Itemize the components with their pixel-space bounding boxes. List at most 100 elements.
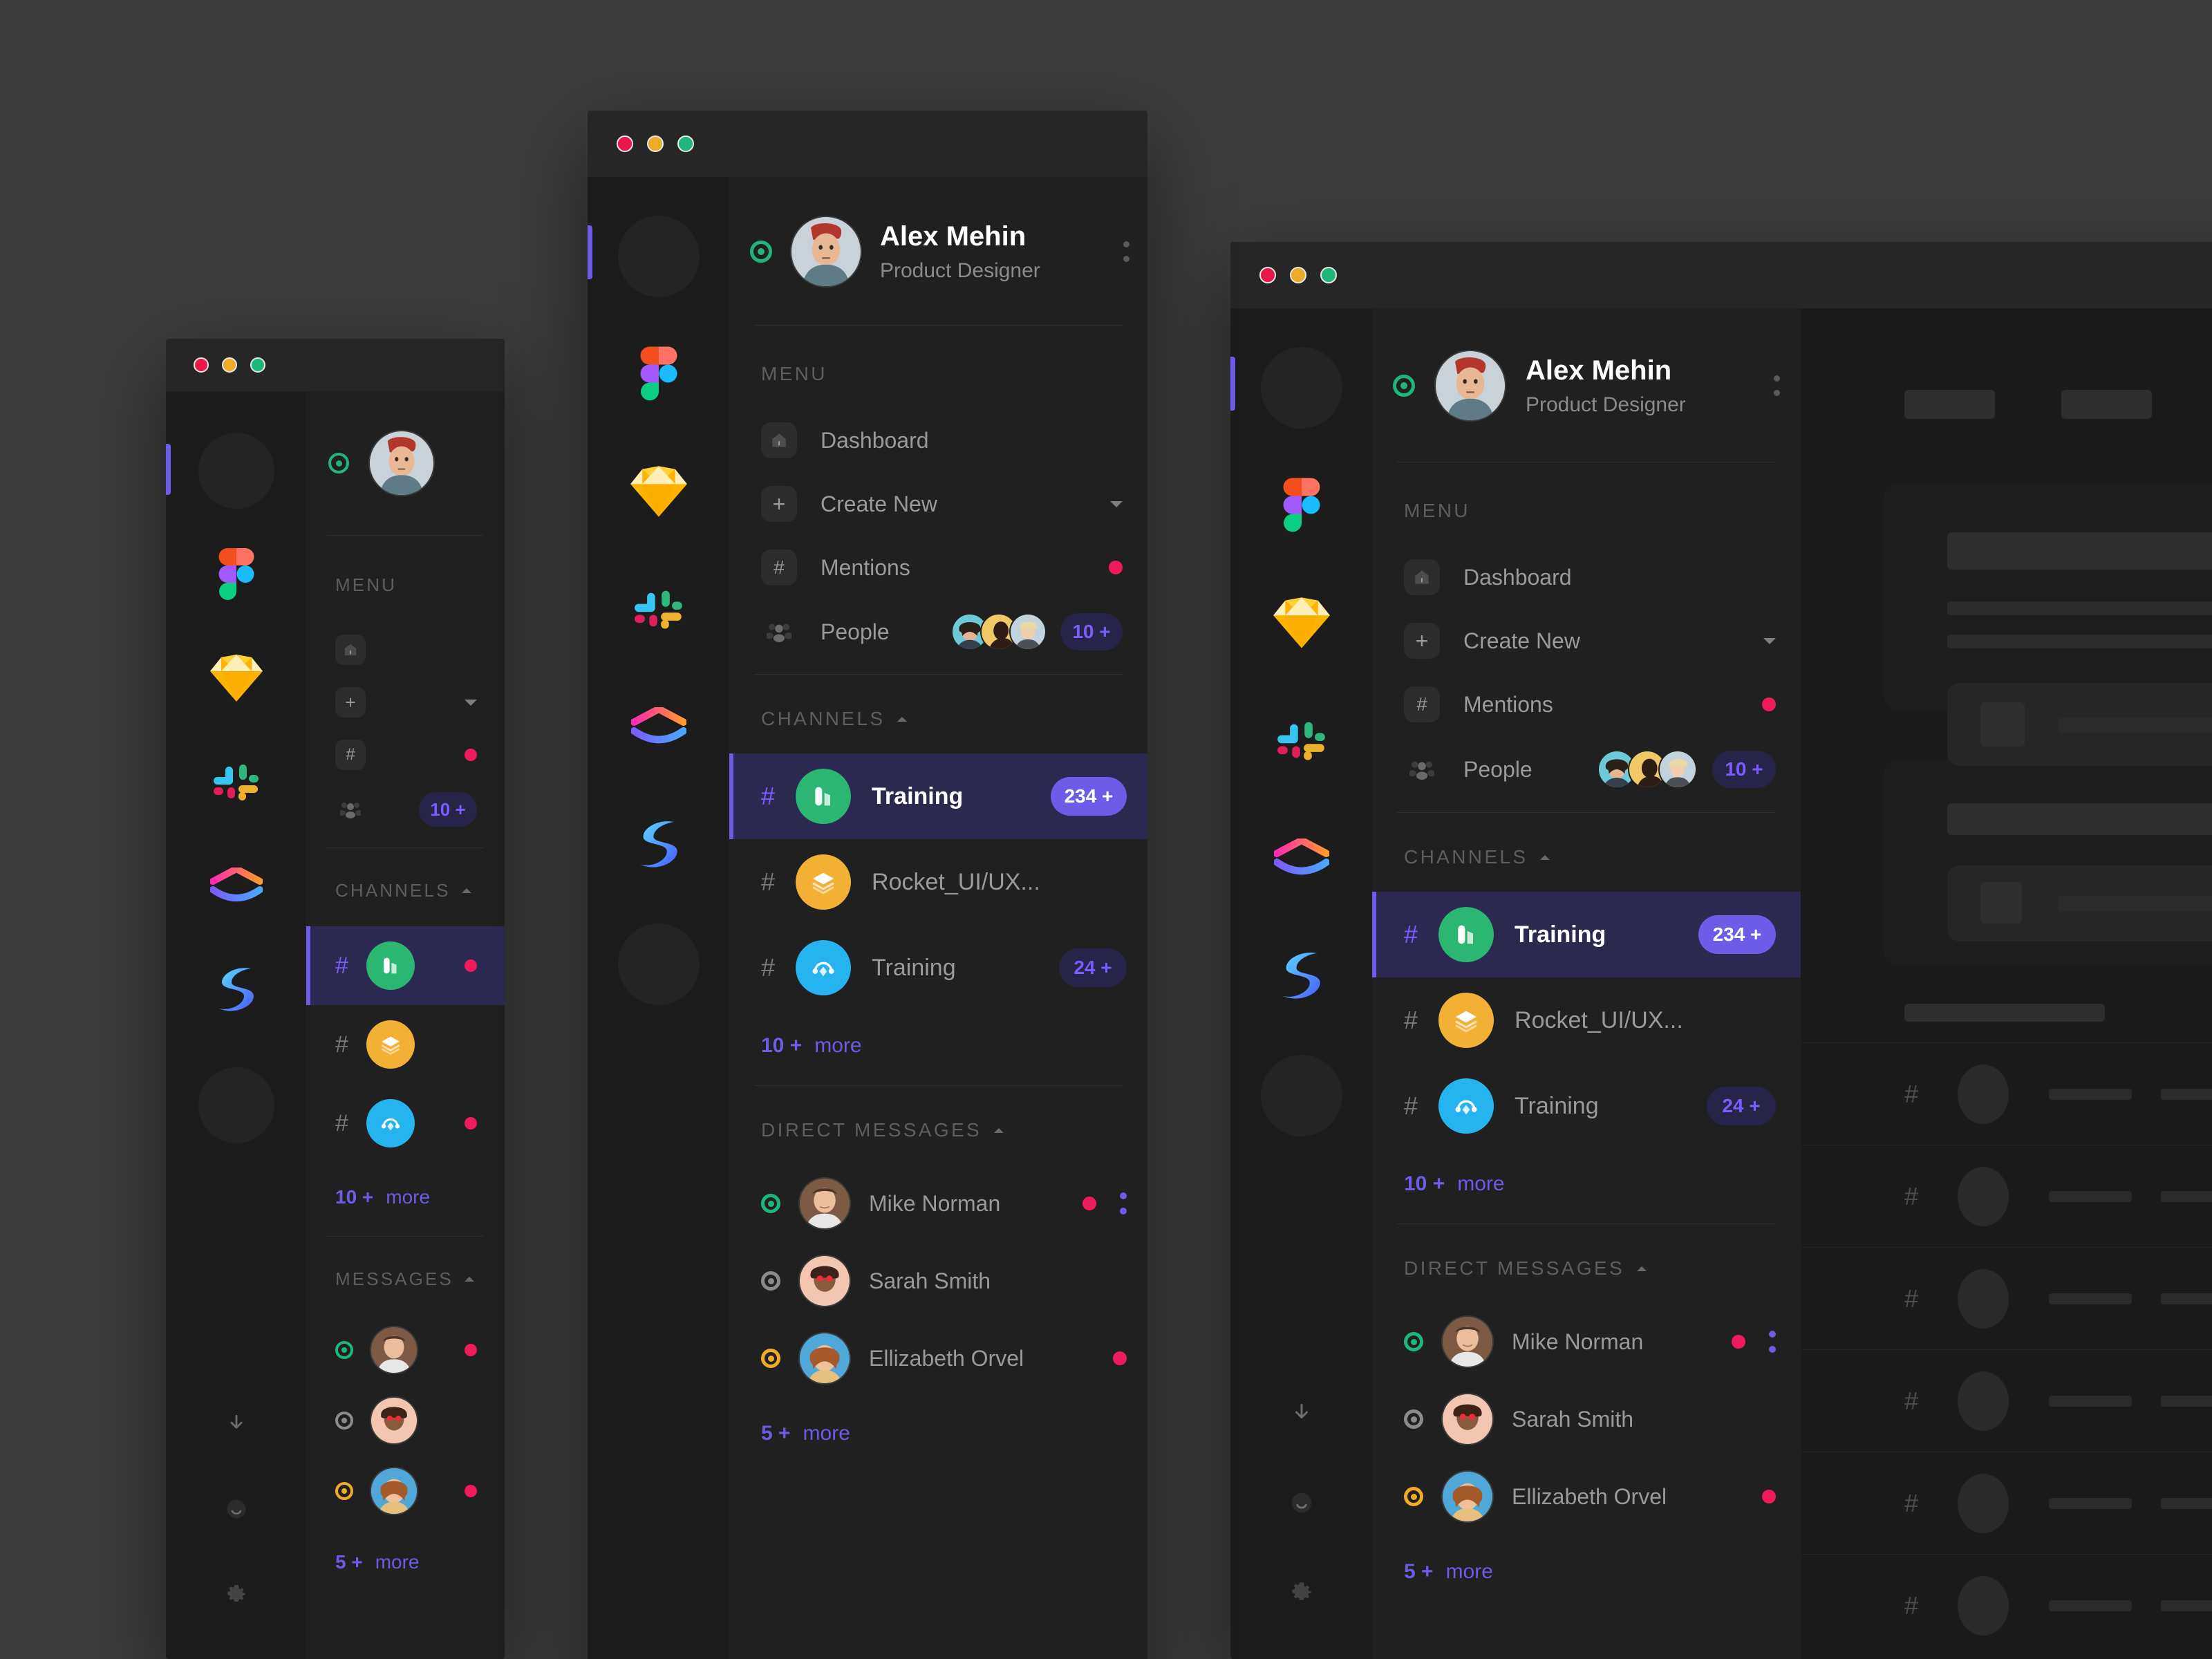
- channel-unread-badge[interactable]: 234 +: [1051, 777, 1127, 816]
- avatar[interactable]: [1441, 1315, 1494, 1368]
- dm-row-mike-norman[interactable]: Mike Norman: [729, 1165, 1147, 1242]
- table-row[interactable]: #: [1801, 1554, 2212, 1656]
- menu-item-people[interactable]: 10 +: [306, 781, 505, 847]
- profile-more-button[interactable]: [1774, 375, 1780, 396]
- rail-item-workspace-logo[interactable]: [617, 216, 700, 297]
- menu-item-dashboard[interactable]: [306, 624, 505, 676]
- channel-row-training[interactable]: # Training 24 +: [1372, 1063, 1801, 1149]
- menu-item-dashboard[interactable]: Dashboard: [729, 409, 1147, 472]
- messages-more-link[interactable]: 5 + more: [306, 1526, 505, 1573]
- dm-row-ellizabeth-orvel[interactable]: Ellizabeth Orvel: [729, 1320, 1147, 1397]
- avatar[interactable]: [1441, 1470, 1494, 1523]
- channels-more-link[interactable]: 10 + more: [306, 1163, 505, 1236]
- collapse-channels-toggle[interactable]: [897, 716, 908, 722]
- rail-item-slack-logo[interactable]: [198, 744, 274, 820]
- collapse-channels-toggle[interactable]: [461, 888, 471, 893]
- channels-more-link[interactable]: 10 + more: [1372, 1149, 1801, 1224]
- rail-item-sublime-logo[interactable]: [1261, 935, 1342, 1016]
- channel-row-rocket[interactable]: # Rocket_UI/UX...: [1372, 977, 1801, 1063]
- minimize-button[interactable]: [222, 357, 237, 373]
- table-row[interactable]: #: [1801, 1145, 2212, 1247]
- rail-item-downloads-icon[interactable]: [1270, 1389, 1333, 1439]
- profile-more-button[interactable]: [1123, 241, 1130, 262]
- rail-item-slack-logo[interactable]: [1261, 700, 1342, 781]
- menu-item-people[interactable]: People 10 +: [729, 599, 1147, 674]
- channels-more-link[interactable]: 10 + more: [729, 1011, 1147, 1085]
- zoom-button[interactable]: [1320, 267, 1337, 283]
- channel-row[interactable]: #: [306, 1084, 505, 1163]
- avatar[interactable]: [370, 1396, 418, 1445]
- close-button[interactable]: [1259, 267, 1276, 283]
- rail-item-emoji-icon[interactable]: [205, 1485, 268, 1533]
- rail-item-figma-logo[interactable]: [1261, 465, 1342, 546]
- rail-item-invision-logo[interactable]: [618, 686, 700, 767]
- dm-more-button[interactable]: [1120, 1192, 1127, 1215]
- avatar[interactable]: [368, 430, 435, 496]
- avatar[interactable]: [1441, 1393, 1494, 1445]
- rail-item-invision-logo[interactable]: [198, 847, 274, 924]
- rail-item-slack-logo[interactable]: [618, 568, 700, 650]
- channel-row-training-active[interactable]: # Training 234 +: [729, 753, 1147, 839]
- rail-item-figma-logo[interactable]: [618, 333, 700, 415]
- direct-messages-more-link[interactable]: 5 + more: [729, 1397, 1147, 1445]
- rail-item-add-workspace-button[interactable]: +: [617, 924, 700, 1005]
- avatar[interactable]: [1434, 350, 1506, 422]
- direct-messages-more-link[interactable]: 5 + more: [1372, 1535, 1801, 1584]
- collapse-direct-messages-toggle[interactable]: [464, 1277, 474, 1282]
- people-count-badge[interactable]: 10 +: [419, 792, 477, 827]
- minimize-button[interactable]: [647, 135, 664, 152]
- rail-item-invision-logo[interactable]: [1261, 817, 1342, 899]
- avatar[interactable]: [370, 1467, 418, 1515]
- rail-item-workspace-logo[interactable]: [1260, 347, 1342, 429]
- dm-row[interactable]: [306, 1315, 505, 1385]
- zoom-button[interactable]: [250, 357, 265, 373]
- menu-item-mentions[interactable]: # Mentions: [729, 536, 1147, 599]
- channel-row-training-active[interactable]: # Training 234 +: [1372, 892, 1801, 977]
- channel-unread-badge[interactable]: 24 +: [1707, 1087, 1776, 1125]
- people-avatar-stack[interactable]: [1597, 750, 1697, 789]
- menu-item-dashboard[interactable]: Dashboard: [1372, 545, 1801, 609]
- profile-compact[interactable]: [306, 391, 505, 535]
- close-button[interactable]: [617, 135, 633, 152]
- channel-row-active[interactable]: #: [306, 926, 505, 1005]
- close-button[interactable]: [194, 357, 209, 373]
- dm-row-ellizabeth-orvel[interactable]: Ellizabeth Orvel: [1372, 1458, 1801, 1535]
- menu-item-people[interactable]: People 10 +: [1372, 736, 1801, 812]
- rail-item-settings-gear-icon[interactable]: [1270, 1566, 1333, 1616]
- rail-item-sketch-logo[interactable]: [198, 640, 274, 716]
- zoom-button[interactable]: [677, 135, 694, 152]
- minimize-button[interactable]: [1290, 267, 1306, 283]
- avatar[interactable]: [798, 1332, 851, 1385]
- rail-item-sketch-logo[interactable]: [1261, 582, 1342, 664]
- rail-item-emoji-icon[interactable]: [1270, 1478, 1333, 1528]
- dm-row-sarah-smith[interactable]: Sarah Smith: [1372, 1380, 1801, 1458]
- avatar[interactable]: [370, 1326, 418, 1374]
- profile[interactable]: Alex Mehin Product Designer: [1372, 308, 1801, 462]
- people-avatar-stack[interactable]: [951, 613, 1047, 650]
- avatar[interactable]: [790, 216, 862, 288]
- channel-unread-badge[interactable]: 234 +: [1698, 915, 1776, 954]
- chevron-down-icon[interactable]: [1110, 500, 1123, 507]
- rail-item-downloads-icon[interactable]: [205, 1400, 268, 1449]
- chevron-down-icon[interactable]: [1763, 637, 1776, 644]
- channel-unread-badge[interactable]: 24 +: [1059, 948, 1127, 987]
- dm-row-sarah-smith[interactable]: Sarah Smith: [729, 1242, 1147, 1320]
- avatar[interactable]: [798, 1177, 851, 1230]
- table-row[interactable]: #: [1801, 1042, 2212, 1145]
- menu-item-mentions[interactable]: #: [306, 729, 505, 781]
- collapse-channels-toggle[interactable]: [1540, 854, 1550, 860]
- rail-item-sublime-logo[interactable]: [198, 951, 274, 1027]
- collapse-direct-messages-toggle[interactable]: [994, 1127, 1004, 1133]
- rail-item-workspace-logo[interactable]: [198, 433, 274, 509]
- channel-row-rocket[interactable]: # Rocket_UI/UX...: [729, 839, 1147, 925]
- profile[interactable]: Alex Mehin Product Designer: [729, 177, 1147, 325]
- dm-more-button[interactable]: [1769, 1331, 1776, 1353]
- rail-item-add-workspace-button[interactable]: +: [198, 1067, 274, 1143]
- table-row[interactable]: #: [1801, 1247, 2212, 1349]
- dm-row-mike-norman[interactable]: Mike Norman: [1372, 1303, 1801, 1380]
- menu-item-mentions[interactable]: # Mentions: [1372, 673, 1801, 736]
- channel-row-training[interactable]: # Training 24 +: [729, 925, 1147, 1011]
- dm-row[interactable]: [306, 1456, 505, 1526]
- channel-row[interactable]: #: [306, 1005, 505, 1084]
- rail-item-sublime-logo[interactable]: [618, 803, 700, 885]
